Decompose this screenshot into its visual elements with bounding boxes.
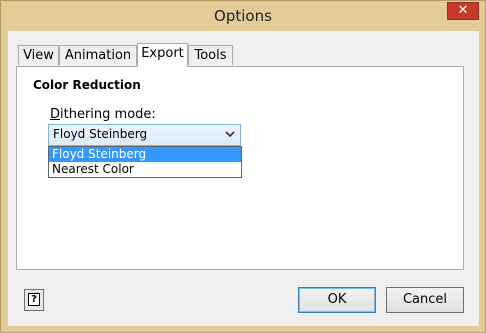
dithering-mode-value: Floyd Steinberg [53,127,148,141]
chevron-down-icon[interactable] [225,127,235,144]
close-icon: ✕ [457,3,469,18]
close-button[interactable]: ✕ [447,2,479,20]
dithering-mode-dropdown-list: Floyd Steinberg Nearest Color [48,146,242,178]
tab-view[interactable]: View [18,45,59,65]
ok-button[interactable]: OK [298,287,376,313]
window-title: Options [214,7,272,25]
tab-tools[interactable]: Tools [188,45,233,65]
options-dialog: Options ✕ View Animation Export Tools Co… [0,0,486,333]
dithering-mode-mnemonic: D [50,107,61,122]
dithering-mode-label: Dithering mode: [50,107,156,122]
help-icon: ? [28,293,40,306]
dithering-mode-label-text: ithering mode: [60,107,156,122]
tab-animation[interactable]: Animation [59,45,137,65]
color-reduction-heading: Color Reduction [33,78,141,92]
dithering-option-nearest-color[interactable]: Nearest Color [49,162,241,177]
tab-export[interactable]: Export [137,43,188,67]
export-tab-panel: Color Reduction Dithering mode: Floyd St… [16,66,464,270]
dialog-client-area: View Animation Export Tools Color Reduct… [8,31,479,326]
dithering-option-floyd-steinberg[interactable]: Floyd Steinberg [49,147,241,162]
title-bar[interactable]: Options ✕ [1,1,485,31]
dithering-mode-select[interactable]: Floyd Steinberg [48,124,241,146]
help-button[interactable]: ? [24,289,44,311]
cancel-button[interactable]: Cancel [386,287,464,313]
